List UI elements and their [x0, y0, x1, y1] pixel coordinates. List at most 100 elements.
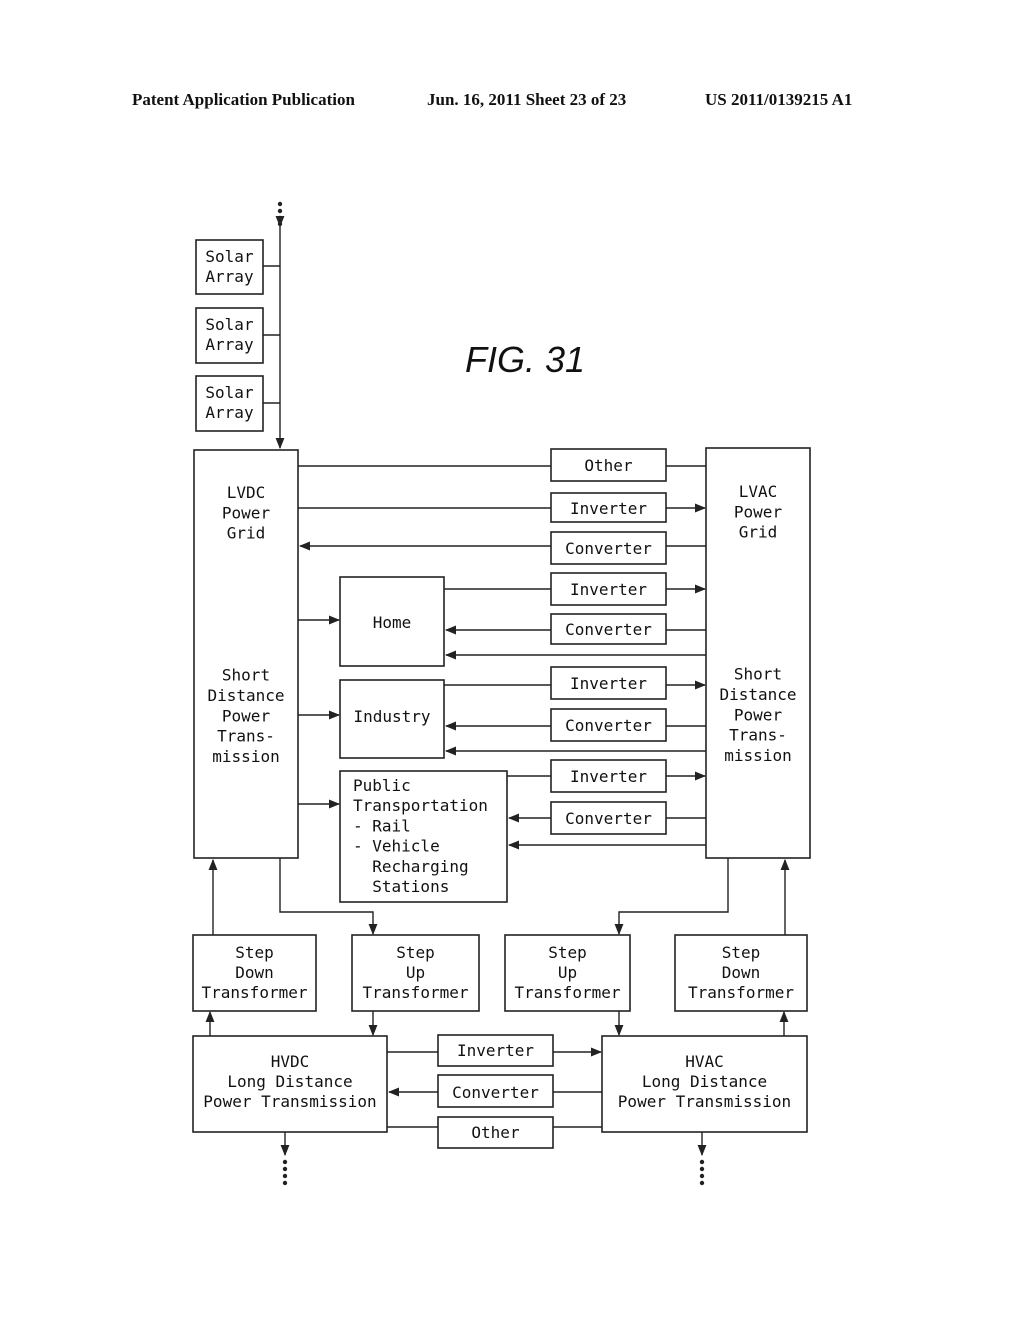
block-home: Home: [339, 576, 445, 667]
continuation-dot: [282, 1173, 288, 1179]
block-home-inverter: Inverter: [550, 572, 667, 606]
block-label-line: Solar: [205, 383, 254, 402]
block-label-line: Grid: [739, 523, 778, 542]
block-label-line: Other: [471, 1123, 520, 1142]
block-label-line: Trans-: [729, 726, 787, 745]
block-label-line: Array: [205, 267, 254, 286]
block-solar2: SolarArray: [195, 307, 264, 364]
block-bot-converter: Converter: [437, 1074, 554, 1108]
block-label-line: Long Distance: [642, 1072, 767, 1091]
block-label-line: LVAC: [739, 482, 778, 501]
connector-line: [614, 858, 729, 936]
figure-label: FIG. 31: [465, 339, 585, 380]
block-label-line: Down: [722, 963, 761, 982]
block-solar3: SolarArray: [195, 375, 264, 432]
continuation-dot: [277, 201, 283, 207]
block-label-line: Step: [548, 943, 587, 962]
block-hvac: HVACLong DistancePower Transmission: [601, 1035, 808, 1133]
block-label-line: Stations: [353, 877, 449, 896]
continuation-dot: [699, 1166, 705, 1172]
continuation-dot: [277, 208, 283, 214]
continuation-dot: [277, 215, 283, 221]
continuation-dot: [277, 221, 283, 227]
block-label-line: Inverter: [457, 1041, 534, 1060]
block-lvdc: LVDCPowerGridShortDistancePowerTrans-mis…: [193, 449, 299, 859]
block-label-line: Distance: [719, 685, 796, 704]
block-sd-left: StepDownTransformer: [192, 934, 317, 1012]
block-su-left: StepUpTransformer: [351, 934, 480, 1012]
block-label-line: Array: [205, 335, 254, 354]
block-label-line: Converter: [565, 716, 652, 735]
block-label-line: Step: [396, 943, 435, 962]
block-pub-inverter: Inverter: [550, 759, 667, 793]
block-label-line: Trans-: [217, 727, 275, 746]
continuation-dot: [282, 1180, 288, 1186]
block-label-line: mission: [724, 746, 791, 765]
block-top-other: Other: [550, 448, 667, 482]
block-label-line: HVDC: [271, 1052, 310, 1071]
block-su-right: StepUpTransformer: [504, 934, 631, 1012]
block-label-line: Power Transmission: [203, 1092, 376, 1111]
continuation-dot: [699, 1180, 705, 1186]
block-label-line: Recharging: [353, 857, 469, 876]
block-label-line: Long Distance: [227, 1072, 352, 1091]
continuation-dot: [282, 1166, 288, 1172]
continuation-dot: [699, 1159, 705, 1165]
block-label-line: Up: [406, 963, 425, 982]
block-label-line: Step: [235, 943, 274, 962]
block-label-line: Power: [734, 705, 783, 724]
block-label-line: LVDC: [227, 483, 266, 502]
block-label-line: Step: [722, 943, 761, 962]
block-label-line: Converter: [452, 1083, 539, 1102]
continuation-dot: [699, 1173, 705, 1179]
block-label-line: Inverter: [570, 767, 647, 786]
block-sd-right: StepDownTransformer: [674, 934, 808, 1012]
block-label-line: Converter: [565, 539, 652, 558]
block-label-line: Inverter: [570, 674, 647, 693]
block-label-line: - Vehicle: [353, 837, 440, 856]
block-label-line: Transformer: [363, 983, 469, 1002]
block-industry: Industry: [339, 679, 445, 759]
block-home-converter: Converter: [550, 613, 667, 645]
block-ind-inverter: Inverter: [550, 666, 667, 700]
continuation-dot: [282, 1159, 288, 1165]
block-label-line: Transportation: [353, 796, 488, 815]
block-label-line: - Rail: [353, 816, 411, 835]
power-grid-diagram: FIG. 31 SolarArraySolarArraySolarArrayLV…: [192, 201, 811, 1186]
block-label-line: Power: [734, 502, 783, 521]
block-ind-converter: Converter: [550, 708, 667, 742]
block-label-line: Industry: [353, 707, 430, 726]
block-label-line: Down: [235, 963, 274, 982]
block-pub-converter: Converter: [550, 801, 667, 835]
block-public: PublicTransportation- Rail - Vehicle Rech…: [339, 770, 508, 903]
block-hvdc: HVDCLong DistancePower Transmission: [192, 1035, 388, 1133]
block-label-line: Distance: [207, 686, 284, 705]
block-label-line: Inverter: [570, 580, 647, 599]
block-bot-inverter: Inverter: [437, 1034, 554, 1067]
block-label-line: Short: [222, 666, 270, 685]
block-label-line: Public: [353, 776, 411, 795]
block-label-line: Power Transmission: [618, 1092, 791, 1111]
block-label-line: Grid: [227, 524, 266, 543]
block-label-line: Array: [205, 403, 254, 422]
block-label-line: Home: [373, 613, 412, 632]
block-bot-other: Other: [437, 1116, 554, 1149]
block-label-line: Converter: [565, 809, 652, 828]
block-solar1: SolarArray: [195, 239, 264, 295]
block-label-line: Other: [584, 456, 633, 475]
block-label-line: Solar: [205, 247, 254, 266]
block-label-line: Inverter: [570, 499, 647, 518]
block-top-converter: Converter: [550, 531, 667, 565]
block-label-line: Transformer: [202, 983, 308, 1002]
block-label-line: Converter: [565, 620, 652, 639]
block-label-line: Transformer: [515, 983, 621, 1002]
block-label-line: Up: [558, 963, 577, 982]
block-top-inverter: Inverter: [550, 492, 667, 523]
block-label-line: Solar: [205, 315, 254, 334]
block-label-line: mission: [212, 747, 279, 766]
block-label-line: Power: [222, 706, 271, 725]
block-label-line: Short: [734, 665, 782, 684]
block-lvac: LVACPowerGridShortDistancePowerTrans-mis…: [705, 447, 811, 859]
block-label-line: Power: [222, 503, 271, 522]
block-label-line: HVAC: [685, 1052, 724, 1071]
